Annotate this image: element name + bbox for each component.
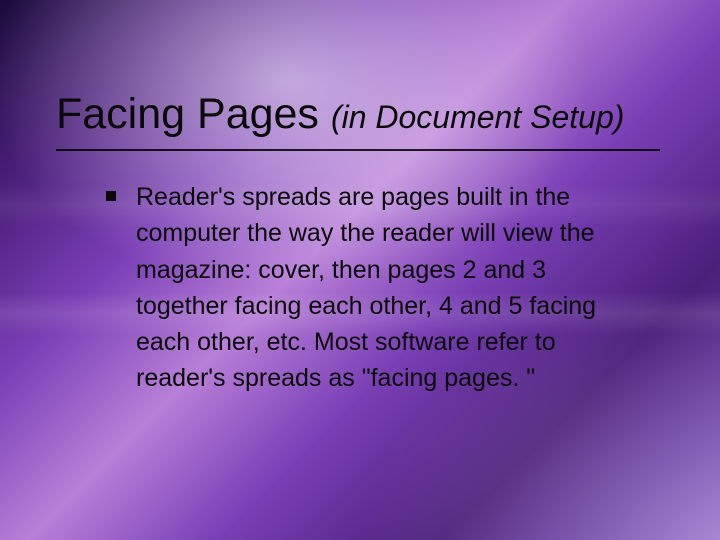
title-sub-text: (in Document Setup) bbox=[331, 99, 624, 136]
square-bullet-icon bbox=[106, 191, 116, 201]
bullet-text: Reader's spreads are pages built in the … bbox=[136, 179, 616, 397]
bullet-item: Reader's spreads are pages built in the … bbox=[106, 179, 660, 397]
title-main-text: Facing Pages bbox=[56, 90, 319, 139]
slide-title: Facing Pages (in Document Setup) bbox=[56, 90, 660, 151]
slide-body: Reader's spreads are pages built in the … bbox=[60, 179, 660, 397]
slide: Facing Pages (in Document Setup) Reader'… bbox=[0, 0, 720, 540]
